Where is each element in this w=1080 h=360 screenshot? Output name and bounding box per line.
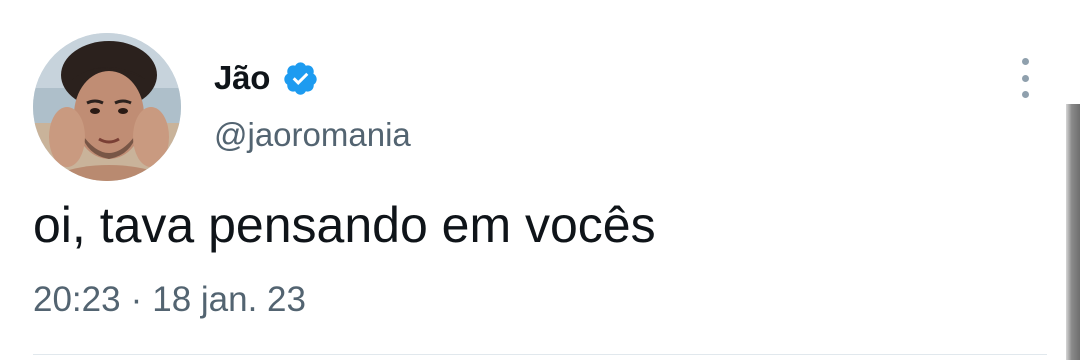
- more-dot: [1021, 58, 1029, 65]
- tweet-timestamp[interactable]: 20:23 · 18 jan. 23: [33, 280, 306, 320]
- tweet: Jão @jaoromania oi, tava pensando em voc…: [0, 0, 1080, 360]
- author-name-row: Jão: [214, 56, 319, 100]
- meta-separator: ·: [130, 280, 143, 319]
- tweet-date: 18 jan. 23: [152, 280, 306, 319]
- more-options-icon[interactable]: [1010, 58, 1040, 98]
- tweet-text: oi, tava pensando em vocês: [33, 197, 656, 253]
- verified-badge-icon: [282, 60, 319, 97]
- divider: [33, 354, 1047, 355]
- more-dot: [1021, 74, 1029, 82]
- scrollbar[interactable]: [1066, 104, 1080, 360]
- avatar[interactable]: [33, 33, 181, 181]
- more-dot: [1021, 91, 1029, 98]
- tweet-time: 20:23: [33, 280, 121, 319]
- profile-photo-icon: [33, 33, 181, 181]
- display-name[interactable]: Jão: [214, 59, 270, 97]
- author-handle[interactable]: @jaoromania: [214, 116, 411, 154]
